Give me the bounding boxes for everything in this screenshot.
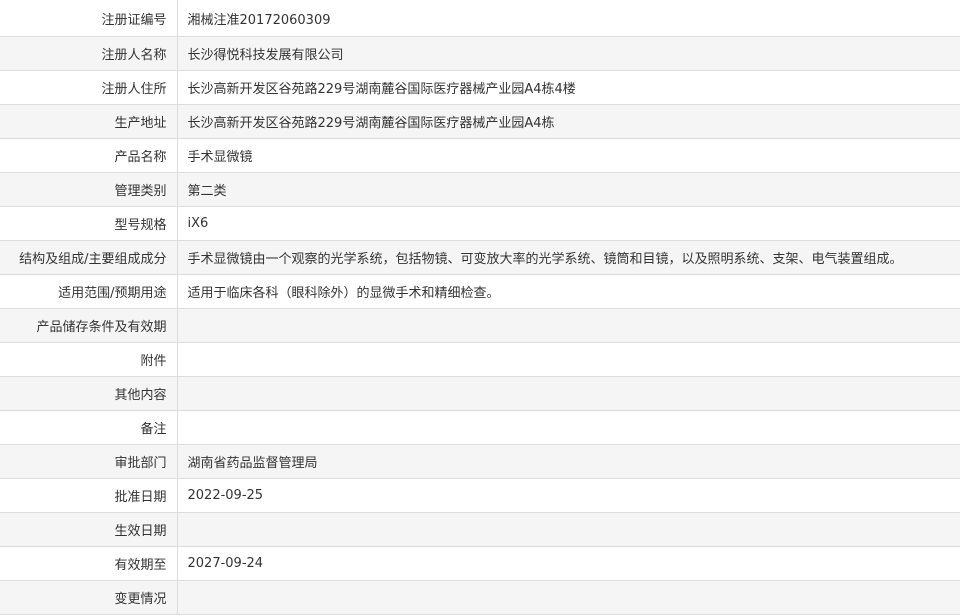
table-row-storage-conditions: 产品储存条件及有效期: [0, 308, 960, 343]
row-label: 产品储存条件及有效期: [0, 308, 178, 343]
row-value: 长沙高新开发区谷苑路229号湖南麓谷国际医疗器械产业园A4栋: [177, 104, 960, 139]
row-label: 附件: [0, 342, 178, 377]
row-label: 注册人住所: [0, 70, 178, 105]
table-row-production-address: 生产地址 长沙高新开发区谷苑路229号湖南麓谷国际医疗器械产业园A4栋: [0, 104, 960, 139]
table-row-valid-until: 有效期至 2027-09-24: [0, 546, 960, 581]
row-label: 注册人名称: [0, 36, 178, 71]
row-value: [177, 580, 960, 615]
row-label: 产品名称: [0, 138, 178, 173]
row-value: 手术显微镜: [177, 138, 960, 173]
registration-detail-table: 注册证编号 湘械注准20172060309 注册人名称 长沙得悦科技发展有限公司…: [0, 0, 960, 615]
row-value: [177, 376, 960, 411]
row-label: 变更情况: [0, 580, 178, 615]
row-value: 2022-09-25: [177, 478, 960, 513]
row-value: 适用于临床各科（眼科除外）的显微手术和精细检查。: [177, 274, 960, 309]
row-value: [177, 342, 960, 377]
row-value: [177, 512, 960, 547]
table-row-management-category: 管理类别 第二类: [0, 172, 960, 207]
table-row-registration-number: 注册证编号 湘械注准20172060309: [0, 0, 960, 37]
row-value: [177, 410, 960, 445]
table-row-approval-date: 批准日期 2022-09-25: [0, 478, 960, 513]
table-row-structure-composition: 结构及组成/主要组成成分 手术显微镜由一个观察的光学系统，包括物镜、可变放大率的…: [0, 240, 960, 275]
row-value: 长沙高新开发区谷苑路229号湖南麓谷国际医疗器械产业园A4栋4楼: [177, 70, 960, 105]
table-row-registrant-address: 注册人住所 长沙高新开发区谷苑路229号湖南麓谷国际医疗器械产业园A4栋4楼: [0, 70, 960, 105]
row-label: 结构及组成/主要组成成分: [0, 240, 178, 275]
row-label: 管理类别: [0, 172, 178, 207]
row-value: [177, 308, 960, 343]
table-row-model-spec: 型号规格 iX6: [0, 206, 960, 241]
row-label: 生产地址: [0, 104, 178, 139]
table-row-effective-date: 生效日期: [0, 512, 960, 547]
row-value: 湖南省药品监督管理局: [177, 444, 960, 479]
table-row-attachments: 附件: [0, 342, 960, 377]
table-row-other-content: 其他内容: [0, 376, 960, 411]
table-row-change-history: 变更情况: [0, 580, 960, 615]
row-value: 第二类: [177, 172, 960, 207]
row-label: 备注: [0, 410, 178, 445]
row-value: 长沙得悦科技发展有限公司: [177, 36, 960, 71]
row-label: 审批部门: [0, 444, 178, 479]
row-label: 型号规格: [0, 206, 178, 241]
table-row-product-name: 产品名称 手术显微镜: [0, 138, 960, 173]
table-row-intended-use: 适用范围/预期用途 适用于临床各科（眼科除外）的显微手术和精细检查。: [0, 274, 960, 309]
table-row-approval-department: 审批部门 湖南省药品监督管理局: [0, 444, 960, 479]
row-label: 批准日期: [0, 478, 178, 513]
row-label: 其他内容: [0, 376, 178, 411]
row-label: 适用范围/预期用途: [0, 274, 178, 309]
row-value: 2027-09-24: [177, 546, 960, 581]
row-label: 有效期至: [0, 546, 178, 581]
row-label: 注册证编号: [0, 0, 178, 37]
row-value: iX6: [177, 206, 960, 241]
table-row-registrant-name: 注册人名称 长沙得悦科技发展有限公司: [0, 36, 960, 71]
row-label: 生效日期: [0, 512, 178, 547]
row-value: 手术显微镜由一个观察的光学系统，包括物镜、可变放大率的光学系统、镜筒和目镜，以及…: [177, 240, 960, 275]
table-row-remarks: 备注: [0, 410, 960, 445]
row-value: 湘械注准20172060309: [177, 0, 960, 37]
